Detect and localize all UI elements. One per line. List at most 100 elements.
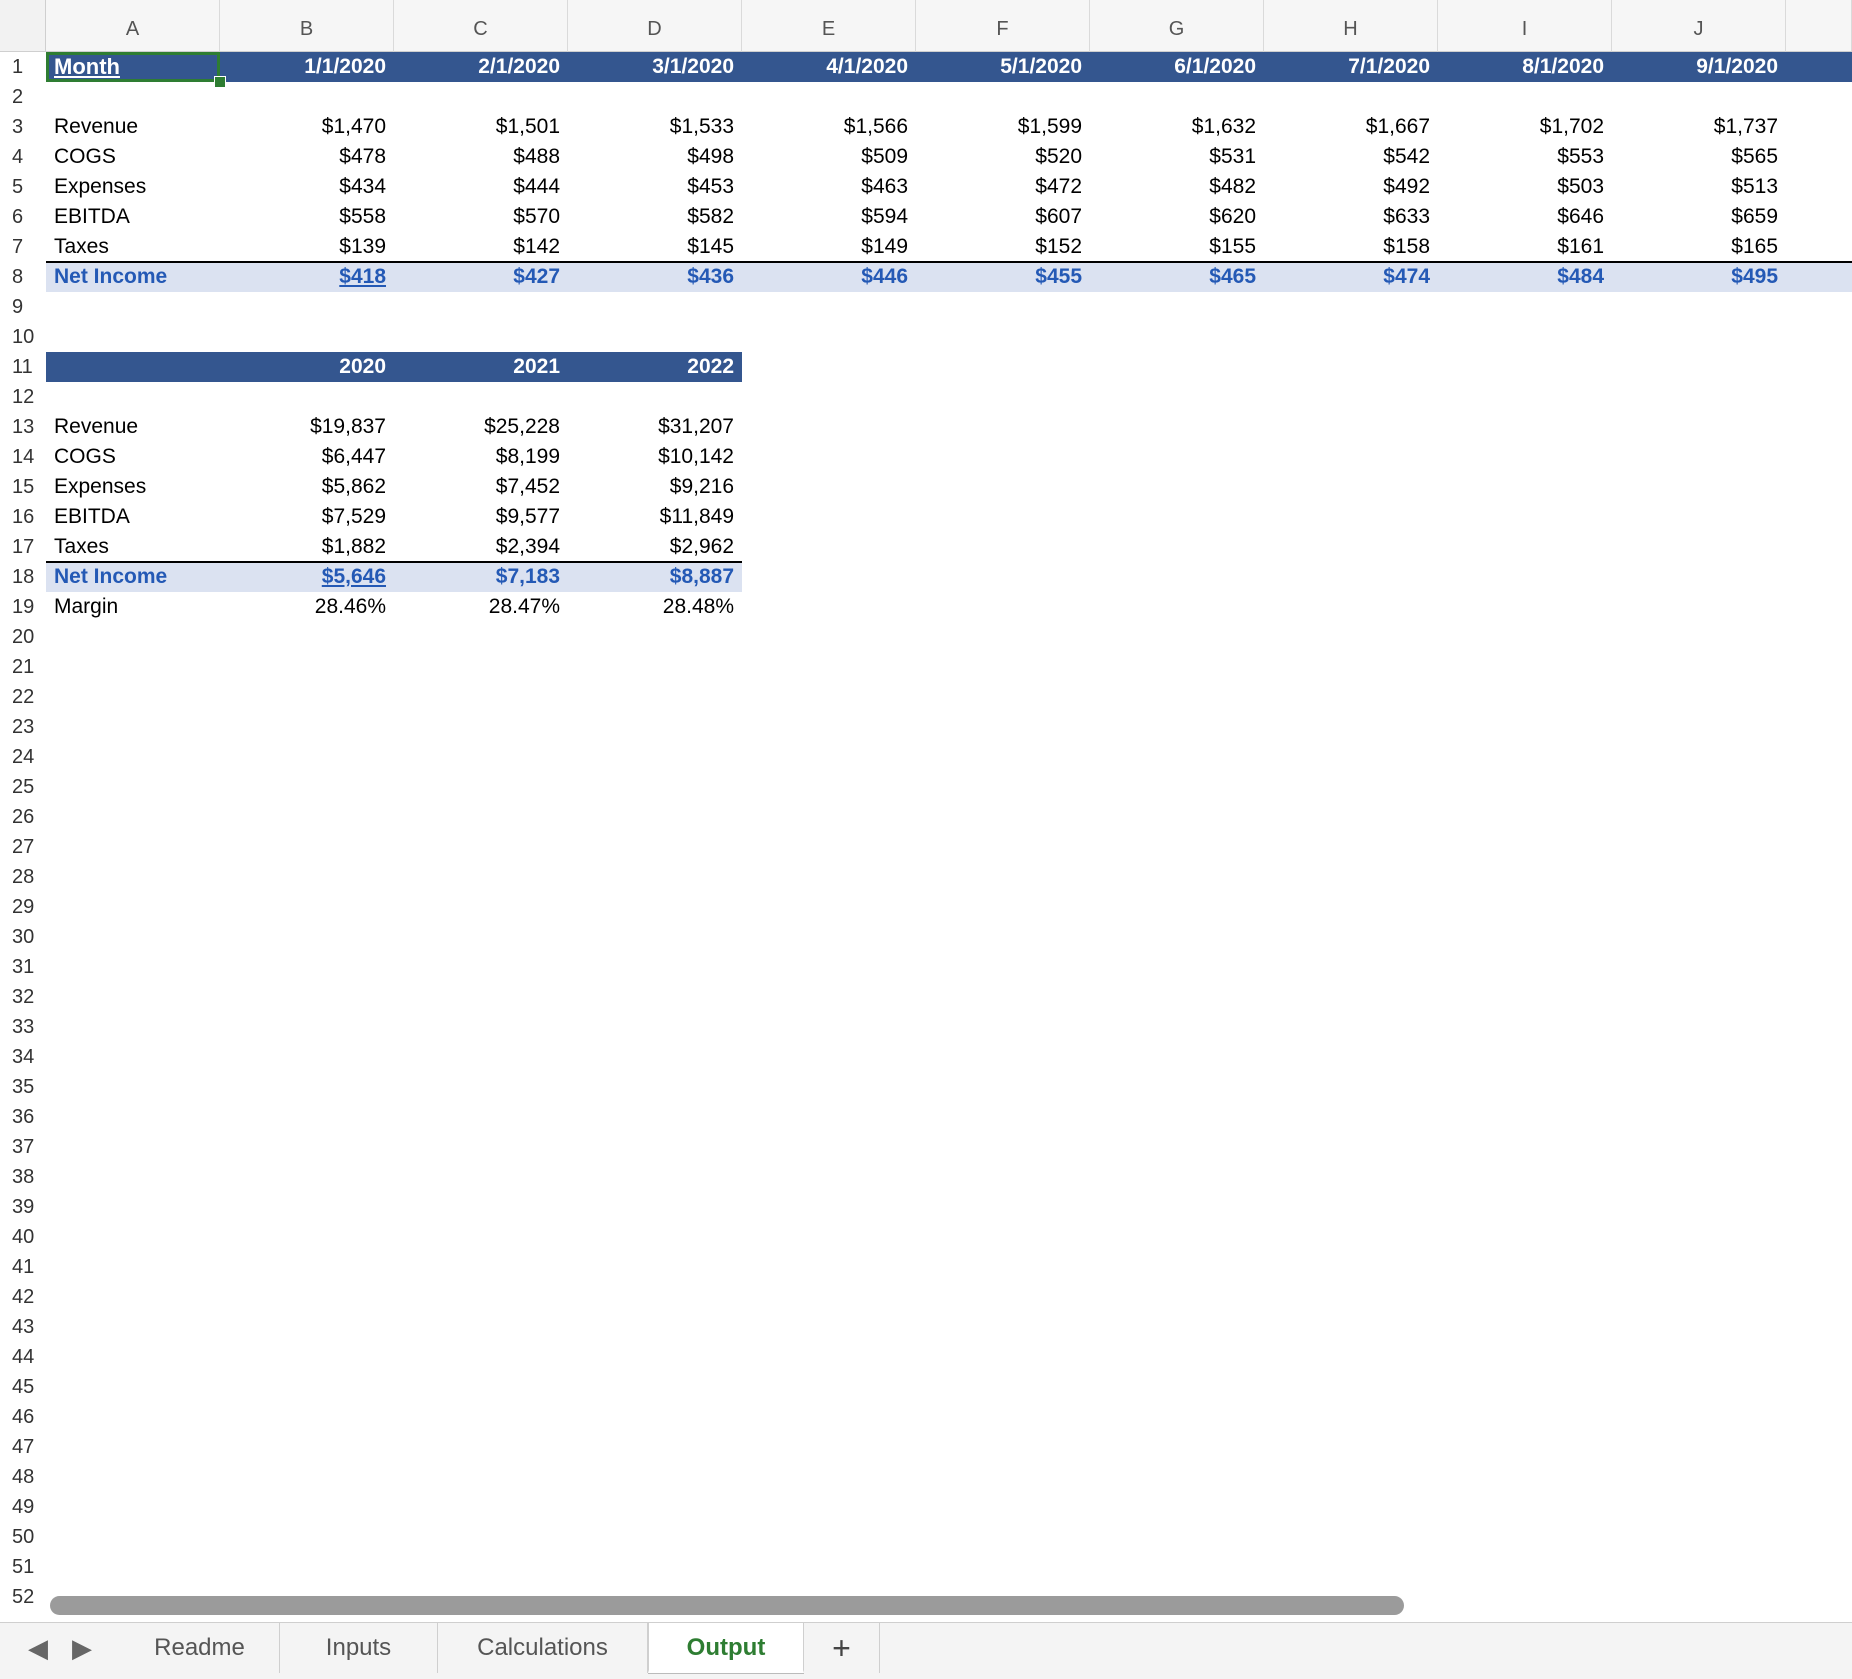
value-cell[interactable]: $482 bbox=[1090, 172, 1264, 202]
net-income-value-cell[interactable]: $455 bbox=[916, 262, 1090, 292]
row-header[interactable]: 18 bbox=[0, 562, 46, 592]
row-header[interactable]: 16 bbox=[0, 502, 46, 532]
row-header[interactable]: 24 bbox=[0, 742, 46, 772]
value-cell[interactable]: $646 bbox=[1438, 202, 1612, 232]
row-label-cell[interactable]: Taxes bbox=[46, 532, 220, 562]
row-header[interactable]: 27 bbox=[0, 832, 46, 862]
net-income-value-cell[interactable]: $7,183 bbox=[394, 562, 568, 592]
net-income-value-cell[interactable]: $436 bbox=[568, 262, 742, 292]
value-cell[interactable]: $620 bbox=[1090, 202, 1264, 232]
row-header[interactable]: 47 bbox=[0, 1432, 46, 1462]
net-income-value-cell[interactable]: $8,887 bbox=[568, 562, 742, 592]
row-header[interactable]: 22 bbox=[0, 682, 46, 712]
row-header[interactable]: 46 bbox=[0, 1402, 46, 1432]
value-cell[interactable]: $6,447 bbox=[220, 442, 394, 472]
row-header[interactable]: 41 bbox=[0, 1252, 46, 1282]
row-header[interactable]: 49 bbox=[0, 1492, 46, 1522]
row-header[interactable]: 17 bbox=[0, 532, 46, 562]
row-header[interactable]: 33 bbox=[0, 1012, 46, 1042]
cell-selection-box[interactable] bbox=[46, 52, 220, 82]
row-label-cell[interactable]: Expenses bbox=[46, 172, 220, 202]
value-cell[interactable]: $478 bbox=[220, 142, 394, 172]
value-cell[interactable]: $8,199 bbox=[394, 442, 568, 472]
value-cell[interactable]: $633 bbox=[1264, 202, 1438, 232]
net-income-label-cell[interactable]: Net Income bbox=[46, 262, 220, 292]
value-cell[interactable]: $1,533 bbox=[568, 112, 742, 142]
spreadsheet-grid[interactable]: A B C D E F G H I J 1 2 3 4 5 6 7 8 9 10 11 12 13 14 15 16 17 18 19 2… bbox=[0, 0, 1852, 1678]
value-cell[interactable]: $10,142 bbox=[568, 442, 742, 472]
row-header[interactable]: 28 bbox=[0, 862, 46, 892]
column-header-a[interactable]: A bbox=[46, 0, 220, 52]
value-cell[interactable]: $9,577 bbox=[394, 502, 568, 532]
row-header[interactable]: 48 bbox=[0, 1462, 46, 1492]
value-cell[interactable]: $19,837 bbox=[220, 412, 394, 442]
value-cell[interactable]: $139 bbox=[220, 232, 394, 262]
row-header[interactable]: 7 bbox=[0, 232, 46, 262]
row-header[interactable]: 35 bbox=[0, 1072, 46, 1102]
row-header[interactable]: 5 bbox=[0, 172, 46, 202]
value-cell[interactable]: $152 bbox=[916, 232, 1090, 262]
year-header-cell[interactable]: 2022 bbox=[568, 352, 742, 382]
value-cell[interactable]: $582 bbox=[568, 202, 742, 232]
value-cell[interactable]: $1,599 bbox=[916, 112, 1090, 142]
scroll-tabs-left-icon[interactable]: ◀ bbox=[28, 1633, 48, 1663]
margin-label-cell[interactable]: Margin bbox=[46, 592, 220, 622]
row-label-cell[interactable]: EBITDA bbox=[46, 202, 220, 232]
value-cell[interactable]: $1,566 bbox=[742, 112, 916, 142]
row-header[interactable]: 44 bbox=[0, 1342, 46, 1372]
row-label-cell[interactable]: Expenses bbox=[46, 472, 220, 502]
fill-handle[interactable] bbox=[214, 76, 226, 88]
row-label-cell[interactable]: Revenue bbox=[46, 412, 220, 442]
row-header[interactable]: 25 bbox=[0, 772, 46, 802]
row-header[interactable]: 12 bbox=[0, 382, 46, 412]
value-cell[interactable]: $513 bbox=[1612, 172, 1786, 202]
margin-value-cell[interactable]: 28.47% bbox=[394, 592, 568, 622]
value-cell[interactable]: $155 bbox=[1090, 232, 1264, 262]
value-cell[interactable]: $1,632 bbox=[1090, 112, 1264, 142]
net-income-value-cell[interactable]: $495 bbox=[1612, 262, 1786, 292]
net-income-value-cell[interactable]: $418 bbox=[220, 262, 394, 292]
column-header-c[interactable]: C bbox=[394, 0, 568, 52]
row-header[interactable]: 13 bbox=[0, 412, 46, 442]
row-header[interactable]: 1 bbox=[0, 52, 46, 82]
tab-calculations[interactable]: Calculations bbox=[438, 1623, 648, 1673]
row-header[interactable]: 31 bbox=[0, 952, 46, 982]
row-header[interactable]: 11 bbox=[0, 352, 46, 382]
value-cell[interactable]: $570 bbox=[394, 202, 568, 232]
scroll-tabs-right-icon[interactable]: ▶ bbox=[72, 1633, 92, 1663]
row-header[interactable]: 32 bbox=[0, 982, 46, 1012]
row-header[interactable]: 36 bbox=[0, 1102, 46, 1132]
value-cell[interactable]: $498 bbox=[568, 142, 742, 172]
value-cell[interactable]: $453 bbox=[568, 172, 742, 202]
month-date-cell[interactable]: 7/1/2020 bbox=[1264, 52, 1438, 82]
row-header[interactable]: 8 bbox=[0, 262, 46, 292]
value-cell[interactable]: $659 bbox=[1612, 202, 1786, 232]
value-cell[interactable]: $463 bbox=[742, 172, 916, 202]
row-header[interactable]: 43 bbox=[0, 1312, 46, 1342]
value-cell[interactable]: $9,216 bbox=[568, 472, 742, 502]
row-header[interactable]: 21 bbox=[0, 652, 46, 682]
value-cell[interactable]: $492 bbox=[1264, 172, 1438, 202]
net-income-label-cell[interactable]: Net Income bbox=[46, 562, 220, 592]
net-income-value-cell[interactable]: $465 bbox=[1090, 262, 1264, 292]
column-header-i[interactable]: I bbox=[1438, 0, 1612, 52]
value-cell[interactable]: $434 bbox=[220, 172, 394, 202]
value-cell[interactable]: $1,667 bbox=[1264, 112, 1438, 142]
value-cell[interactable]: $503 bbox=[1438, 172, 1612, 202]
value-cell[interactable]: $1,470 bbox=[220, 112, 394, 142]
value-cell[interactable]: $565 bbox=[1612, 142, 1786, 172]
value-cell[interactable]: $25,228 bbox=[394, 412, 568, 442]
value-cell[interactable]: $165 bbox=[1612, 232, 1786, 262]
net-income-value-cell[interactable]: $474 bbox=[1264, 262, 1438, 292]
month-date-cell[interactable]: 5/1/2020 bbox=[916, 52, 1090, 82]
select-all-corner[interactable] bbox=[0, 0, 46, 52]
year-header-cell[interactable]: 2020 bbox=[220, 352, 394, 382]
column-header-k[interactable] bbox=[1786, 0, 1852, 52]
value-cell[interactable]: $1,501 bbox=[394, 112, 568, 142]
value-cell[interactable]: $472 bbox=[916, 172, 1090, 202]
value-cell[interactable]: $5,862 bbox=[220, 472, 394, 502]
net-income-value-cell[interactable]: $446 bbox=[742, 262, 916, 292]
row-header[interactable]: 15 bbox=[0, 472, 46, 502]
row-header[interactable]: 10 bbox=[0, 322, 46, 352]
margin-value-cell[interactable]: 28.46% bbox=[220, 592, 394, 622]
